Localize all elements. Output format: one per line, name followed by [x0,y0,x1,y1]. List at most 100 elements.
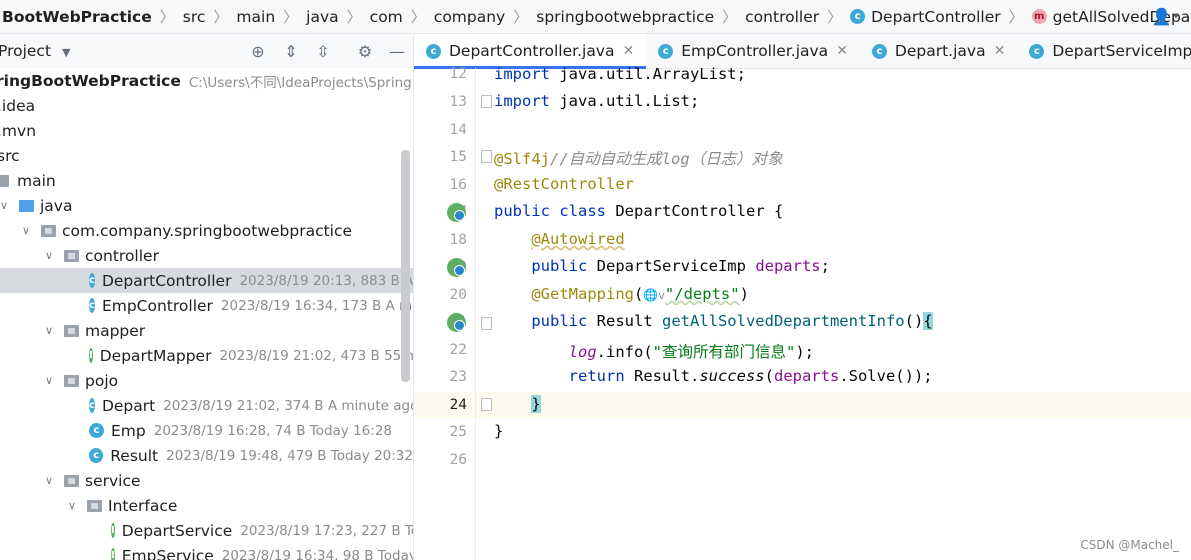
chevron-down-icon[interactable]: ∨ [42,374,56,387]
chevron-down-icon[interactable]: ∨ [19,224,33,237]
class-icon: c [89,398,95,413]
minimize-icon[interactable]: — [383,34,411,68]
code-line-15[interactable]: @Slf4j//自动自动生成log（日志）对象 [494,147,783,169]
fold-icon[interactable] [481,317,492,330]
tree-item-emp[interactable]: c Emp 2023/8/19 16:28, 74 B Today 16:28 [0,418,413,443]
tree-item-empcontroller[interactable]: c EmpController 2023/8/19 16:34, 173 B A m… [0,293,413,318]
annotation: @Autowired [531,230,625,248]
code-line-12[interactable]: import java.util.ArrayList; [494,65,746,83]
line-number: 25 [449,424,467,440]
close-icon[interactable]: ✕ [994,43,1006,59]
code-line-21[interactable]: public Result getAllSolvedDepartmentInfo… [494,312,933,330]
breadcrumb-java[interactable]: java [302,0,342,33]
tab-label: DepartController.java [449,42,615,60]
class-icon: c [89,423,104,438]
breadcrumb-com[interactable]: com [366,0,407,33]
breadcrumb-controller[interactable]: controller [741,0,823,33]
close-icon[interactable]: ✕ [622,43,634,59]
tree-item-idea[interactable]: .idea [0,93,413,118]
tab-empcontroller[interactable]: c EmpController.java ✕ [646,34,860,68]
breadcrumb-company[interactable]: company [430,0,509,33]
request-mapping-gutter-icon[interactable] [447,313,466,332]
tree-item-main[interactable]: main [0,168,413,193]
tree-item-result[interactable]: c Result 2023/8/19 19:48, 479 B Today 20:3… [0,443,413,468]
tree-item-label: EmpService [121,546,214,560]
chevron-down-icon[interactable]: v [658,289,665,302]
line-number: 12 [449,66,467,82]
code-line-16[interactable]: @RestController [494,175,634,193]
tree-item-meta: C:\Users\不同\IdeaProjects\SpringBo [188,74,413,91]
tree-item-mvn[interactable]: .mvn [0,118,413,143]
chevron-down-icon[interactable]: ∨ [0,199,11,212]
autowired-gutter-icon[interactable] [447,258,466,277]
code-line-25[interactable]: } [494,422,503,440]
breadcrumb-main[interactable]: main [232,0,279,33]
breadcrumb-src[interactable]: src [179,0,210,33]
gear-icon[interactable]: ⚙ [351,34,379,68]
tree-item-pojo[interactable]: ∨ pojo [0,368,413,393]
watermark: CSDN @Machel_ [1080,538,1179,552]
tree-item-empservice[interactable]: I EmpService 2023/8/19 16:34, 98 B Today [0,543,413,560]
globe-icon[interactable]: 🌐 [643,288,658,302]
class-name: DepartController { [606,202,784,220]
chevron-down-icon[interactable]: ∨ [42,474,56,487]
breadcrumb-project[interactable]: BootWebPractice [0,0,156,33]
tree-item-meta: 2023/8/19 19:48, 479 B Today 20:32 [166,447,413,464]
code-line-13[interactable]: import java.util.List; [494,92,699,110]
keyword: public [531,257,588,275]
collapse-all-icon[interactable]: ⇳ [309,34,337,68]
editor-tabs: c DepartController.java ✕ c EmpController.j… [414,34,1191,69]
tree-item-meta: 2023/8/19 20:13, 883 B A m [239,272,413,289]
tree-item-package-root[interactable]: ∨ com.company.springbootwebpractice [0,218,413,243]
chevron-down-icon[interactable]: ∨ [42,249,56,262]
tree-item-controller[interactable]: ∨ controller [0,243,413,268]
code-line-22[interactable]: log.info("查询所有部门信息"); [494,340,814,362]
project-view-selector[interactable]: Project ▼ [0,42,70,60]
code-line-24[interactable]: } [494,395,541,413]
tree-item-label: ringBootWebPractice [0,71,181,90]
code-line-19[interactable]: public DepartServiceImp departs; [494,257,830,275]
interface-icon: I [111,523,115,538]
tree-item-interface[interactable]: ∨ Interface [0,493,413,518]
code-line-18[interactable]: @Autowired [494,230,625,248]
chevron-down-icon[interactable]: ∨ [65,499,79,512]
tree-item-meta: 2023/8/19 21:02, 374 B A minute ago [163,397,413,414]
tab-departserviceimp[interactable]: c DepartServiceImp.java [1017,34,1191,68]
tree-item-mapper[interactable]: ∨ mapper [0,318,413,343]
tree-item-label: Emp [111,421,146,440]
tab-departcontroller[interactable]: c DepartController.java ✕ [414,34,647,69]
fold-icon[interactable] [481,95,492,108]
locate-icon[interactable]: ⊕ [244,34,272,68]
fold-icon[interactable] [481,150,492,163]
expand-all-icon[interactable]: ⇕ [277,34,305,68]
tab-label: Depart.java [894,42,986,60]
tree-item-src[interactable]: src [0,143,413,168]
chevron-down-icon[interactable]: ∨ [42,324,56,337]
tree-item-departservice[interactable]: I DepartService 2023/8/19 17:23, 227 B To [0,518,413,543]
breadcrumb-package[interactable]: springbootwebpractice [532,0,718,33]
tree-item-service[interactable]: ∨ service [0,468,413,493]
type-name: Result [587,312,662,330]
code-line-23[interactable]: return Result.success(departs.Solve()); [494,367,933,385]
method-name: success [699,367,765,385]
matched-brace: } [531,395,541,413]
tree-item-departcontroller[interactable]: c DepartController 2023/8/19 20:13, 883 B … [0,268,413,293]
tab-depart[interactable]: c Depart.java ✕ [860,34,1017,68]
tree-item-departmapper[interactable]: I DepartMapper 2023/8/19 21:02, 473 B 55 m [0,343,413,368]
code-text: java.util.List; [550,92,700,110]
string-literal: "/depts" [664,285,740,303]
tree-item-depart[interactable]: c Depart 2023/8/19 21:02, 374 B A minute a… [0,393,413,418]
code-line-17[interactable]: public class DepartController { [494,202,783,220]
breadcrumb-class[interactable]: c DepartController [846,0,1005,33]
line-number-current: 24 [449,397,467,413]
account-menu-button[interactable]: 👤 ▾ [1139,0,1191,33]
close-icon[interactable]: ✕ [836,43,848,59]
code-line-20[interactable]: @GetMapping(🌐v"/depts") [494,285,749,303]
tree-item-project-root[interactable]: ringBootWebPractice C:\Users\不同\IdeaProje… [0,68,413,93]
spring-bean-gutter-icon[interactable] [447,203,466,222]
fold-icon[interactable] [481,398,492,411]
method-icon: m [1031,9,1047,24]
package-icon [41,224,56,237]
tree-item-java[interactable]: ∨ java [0,193,413,218]
tree-scrollbar[interactable] [401,150,410,382]
